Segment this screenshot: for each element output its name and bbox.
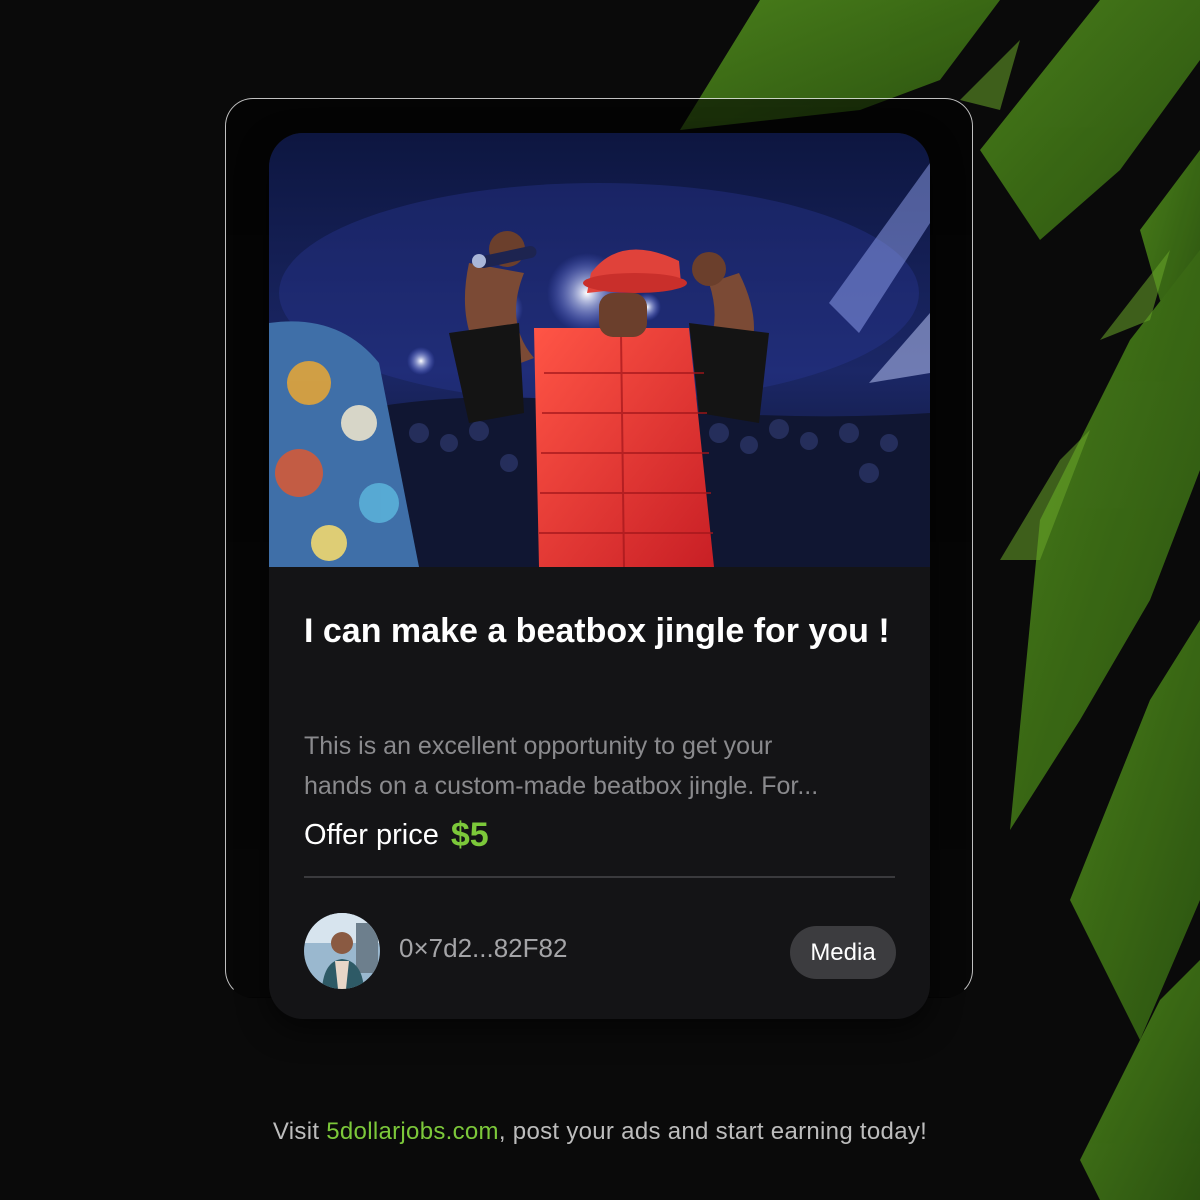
footer-suffix: , post your ads and start earning today! [498, 1118, 928, 1145]
footer-prefix: Visit [272, 1118, 327, 1145]
offer-price-row: Offer price $5 [304, 813, 489, 857]
divider [304, 876, 895, 878]
listing-photo[interactable] [269, 133, 930, 567]
offer-price-value: $5 [450, 815, 489, 854]
listing-description: This is an excellent opportunity to get … [304, 726, 904, 806]
description-line-1: This is an excellent opportunity to get … [304, 732, 773, 760]
footer-website-link[interactable]: 5dollarjobs.com [326, 1118, 499, 1145]
seller-wallet-address[interactable]: 0×7d2...82F82 [399, 933, 567, 964]
offer-price-label: Offer price [304, 818, 439, 851]
job-card[interactable]: I can make a beatbox jingle for you ! Th… [269, 133, 930, 1019]
listing-title[interactable]: I can make a beatbox jingle for you ! [304, 603, 904, 660]
seller-avatar[interactable] [304, 913, 380, 989]
description-line-2: hands on a custom-made beatbox jingle. F… [304, 772, 819, 800]
category-tag-media[interactable]: Media [790, 926, 896, 979]
footer-cta: Visit 5dollarjobs.com, post your ads and… [0, 1118, 1200, 1146]
